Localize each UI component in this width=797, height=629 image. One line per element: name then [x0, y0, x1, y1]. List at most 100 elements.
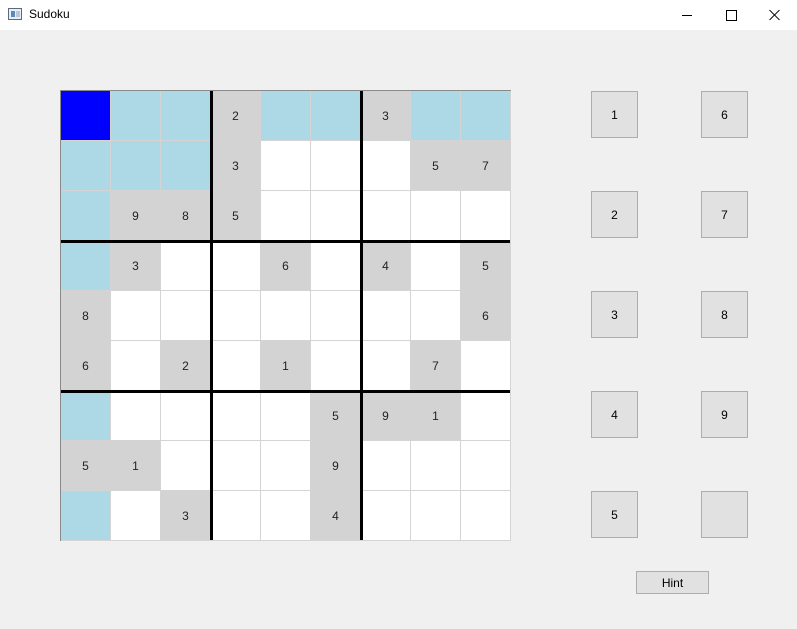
board-cell[interactable] [211, 291, 261, 341]
board-cell[interactable] [411, 441, 461, 491]
board-cell[interactable] [461, 491, 511, 541]
board-cell[interactable] [111, 141, 161, 191]
board-cell[interactable] [211, 341, 261, 391]
board-cell[interactable] [361, 141, 411, 191]
board-cell[interactable] [161, 141, 211, 191]
board-cell[interactable] [211, 241, 261, 291]
board-cell[interactable] [161, 291, 211, 341]
board-cell[interactable]: 5 [411, 141, 461, 191]
board-cell[interactable]: 7 [411, 341, 461, 391]
board-cell[interactable] [111, 491, 161, 541]
board-cell[interactable] [411, 91, 461, 141]
board-cell[interactable] [211, 391, 261, 441]
board-cell[interactable] [311, 341, 361, 391]
board-cell[interactable]: 8 [61, 291, 111, 341]
board-cell[interactable]: 4 [361, 241, 411, 291]
board-cell[interactable] [111, 341, 161, 391]
box-divider-horizontal [61, 390, 510, 393]
board-cell[interactable] [111, 91, 161, 141]
board-cell[interactable] [261, 191, 311, 241]
board-cell[interactable]: 3 [111, 241, 161, 291]
board-cell[interactable]: 7 [461, 141, 511, 191]
board-cell[interactable] [61, 491, 111, 541]
board-cell[interactable]: 1 [411, 391, 461, 441]
board-cell[interactable] [61, 141, 111, 191]
board-cell[interactable]: 4 [311, 491, 361, 541]
board-cell[interactable] [361, 491, 411, 541]
number-button[interactable]: 5 [591, 491, 638, 538]
board-cell[interactable] [61, 391, 111, 441]
board-cell[interactable] [161, 91, 211, 141]
number-button[interactable]: 8 [701, 291, 748, 338]
board-cell[interactable] [361, 441, 411, 491]
board-cell[interactable]: 3 [161, 491, 211, 541]
number-button[interactable]: 6 [701, 91, 748, 138]
board-cell[interactable] [61, 241, 111, 291]
board-cell[interactable]: 9 [311, 441, 361, 491]
board-cell[interactable] [211, 491, 261, 541]
board-cell[interactable] [411, 291, 461, 341]
board-cell[interactable] [161, 391, 211, 441]
board-cell[interactable]: 3 [211, 141, 261, 191]
hint-button[interactable]: Hint [636, 571, 709, 594]
board-cell[interactable]: 2 [211, 91, 261, 141]
board-cell[interactable] [261, 491, 311, 541]
board-cell[interactable]: 5 [211, 191, 261, 241]
number-button[interactable]: 4 [591, 391, 638, 438]
close-button[interactable] [752, 0, 797, 30]
board-cell[interactable] [261, 141, 311, 191]
board-cell[interactable] [311, 241, 361, 291]
board-cell[interactable] [261, 391, 311, 441]
board-cell[interactable]: 5 [61, 441, 111, 491]
board-cell[interactable] [411, 491, 461, 541]
board-cell[interactable] [61, 191, 111, 241]
board-cell[interactable] [261, 91, 311, 141]
number-button[interactable]: 9 [701, 391, 748, 438]
board-cell[interactable] [211, 441, 261, 491]
board-cell[interactable] [311, 291, 361, 341]
board-cell[interactable]: 8 [161, 191, 211, 241]
board-cell[interactable] [61, 91, 111, 141]
board-cell[interactable]: 1 [261, 341, 311, 391]
board-cell[interactable]: 6 [261, 241, 311, 291]
board-cell[interactable]: 3 [361, 91, 411, 141]
board-cell[interactable]: 5 [461, 241, 511, 291]
board-cell[interactable]: 1 [111, 441, 161, 491]
board-cell[interactable] [161, 441, 211, 491]
board-cell[interactable] [461, 391, 511, 441]
board-cell[interactable] [361, 291, 411, 341]
board-cell[interactable] [411, 191, 461, 241]
number-button[interactable]: 7 [701, 191, 748, 238]
number-button[interactable] [701, 491, 748, 538]
board-cell[interactable] [111, 291, 161, 341]
close-icon [769, 9, 781, 21]
number-button[interactable]: 3 [591, 291, 638, 338]
board-cell[interactable] [111, 391, 161, 441]
board-cell[interactable] [261, 291, 311, 341]
board-cell[interactable]: 6 [461, 291, 511, 341]
board-cell[interactable] [461, 191, 511, 241]
board-cell[interactable]: 2 [161, 341, 211, 391]
board-cell[interactable]: 5 [311, 391, 361, 441]
board-cell[interactable] [161, 241, 211, 291]
maximize-icon [725, 9, 737, 21]
board-cell[interactable] [311, 191, 361, 241]
maximize-button[interactable] [708, 0, 754, 30]
board-cell[interactable]: 9 [111, 191, 161, 241]
board-cell[interactable] [311, 91, 361, 141]
board-cell[interactable] [461, 441, 511, 491]
board-cell[interactable] [361, 341, 411, 391]
board-cell[interactable]: 6 [61, 341, 111, 391]
board-cell[interactable] [261, 441, 311, 491]
box-divider-horizontal [61, 240, 510, 243]
minimize-button[interactable] [664, 0, 710, 30]
board-cell[interactable] [311, 141, 361, 191]
board-cell[interactable]: 9 [361, 391, 411, 441]
number-button[interactable]: 1 [591, 91, 638, 138]
board-cell[interactable] [361, 191, 411, 241]
board-cell[interactable] [411, 241, 461, 291]
board-cell[interactable] [461, 91, 511, 141]
box-divider-vertical [210, 91, 213, 540]
number-button[interactable]: 2 [591, 191, 638, 238]
board-cell[interactable] [461, 341, 511, 391]
